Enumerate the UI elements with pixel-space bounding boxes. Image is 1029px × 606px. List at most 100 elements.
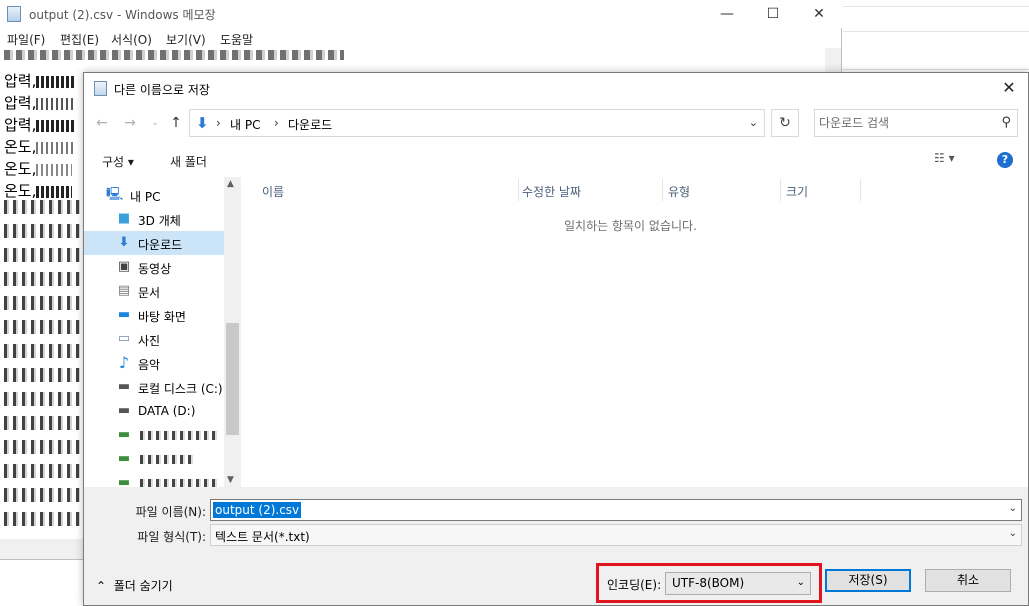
sidebar-item-desktop[interactable]: ▬ 바탕 화면 — [84, 303, 224, 327]
file-type-value: 텍스트 문서(*.txt) — [215, 530, 310, 544]
file-list-pane: 이름 수정한 날짜 유형 크기 일치하는 항목이 없습니다. — [244, 177, 1028, 487]
column-size[interactable]: 크기 — [786, 183, 808, 200]
text-line: 압력, — [4, 92, 77, 113]
breadcrumb-downloads[interactable]: 다운로드 — [288, 116, 332, 133]
help-icon[interactable]: ? — [997, 152, 1013, 168]
notepad-title: output (2).csv - Windows 메모장 — [29, 8, 216, 22]
save-options-panel: 파일 이름(N): output (2).csv ⌄ 파일 형식(T): 텍스트… — [84, 487, 1028, 605]
view-options-button[interactable]: ☷ ▾ — [934, 151, 955, 165]
pixelated-text — [4, 50, 344, 60]
refresh-button[interactable]: ↻ — [771, 109, 799, 137]
text-line: 온도, — [4, 180, 73, 201]
chevron-down-icon[interactable]: ⌄ — [1009, 528, 1017, 539]
view-icon: ☷ — [934, 151, 945, 165]
notepad-close-button[interactable]: ✕ — [796, 0, 842, 28]
pixelated-text — [140, 479, 220, 487]
forward-arrow-icon[interactable]: → — [120, 113, 140, 133]
file-name-label: 파일 이름(N): — [135, 505, 206, 519]
encoding-label: 인코딩(E): — [607, 578, 662, 592]
notepad-titlebar: output (2).csv - Windows 메모장 — ☐ ✕ — [0, 0, 842, 28]
document-icon: ▤ — [117, 283, 131, 298]
music-icon: ♪ — [118, 353, 130, 372]
background-window — [843, 0, 1029, 70]
breadcrumb-separator: › — [274, 116, 279, 130]
encoding-value: UTF-8(BOM) — [672, 576, 745, 590]
menu-edit[interactable]: 편집(E) — [60, 31, 99, 48]
chevron-up-icon: ⌃ — [96, 579, 107, 593]
sidebar-item-this-pc[interactable]: 🖳 내 PC — [84, 183, 224, 207]
up-arrow-icon[interactable]: ↑ — [166, 113, 186, 133]
encoding-highlight: 인코딩(E): UTF-8(BOM) ⌄ — [596, 563, 822, 603]
sidebar-item-local-disk-c[interactable]: ▬ 로컬 디스크 (C:) — [84, 375, 224, 399]
notepad-icon — [7, 6, 21, 22]
computer-icon: 🖳 — [106, 187, 124, 202]
column-name[interactable]: 이름 — [262, 183, 284, 200]
text-line: 온도, — [4, 158, 73, 179]
scroll-up-icon[interactable]: ▲ — [227, 179, 234, 189]
menu-format[interactable]: 서식(O) — [111, 31, 152, 48]
new-folder-button[interactable]: 새 폴더 — [170, 153, 207, 170]
empty-folder-message: 일치하는 항목이 없습니다. — [564, 219, 697, 233]
dialog-close-button[interactable]: ✕ — [998, 77, 1020, 99]
sidebar-item-network-drive[interactable]: ▬ — [84, 447, 224, 471]
navigation-scrollbar[interactable]: ▲ ▼ — [224, 177, 241, 487]
file-name-value[interactable]: output (2).csv — [213, 502, 302, 518]
maximize-button[interactable]: ☐ — [750, 0, 796, 28]
sidebar-item-music[interactable]: ♪ 음악 — [84, 351, 224, 375]
scroll-down-icon[interactable]: ▼ — [227, 475, 234, 485]
chevron-down-icon[interactable]: ⌄ — [797, 577, 805, 588]
sidebar-item-downloads[interactable]: ⬇ 다운로드 — [84, 231, 224, 255]
cancel-button[interactable]: 취소 — [925, 569, 1011, 592]
navigation-row: ← → ⌄ ↑ ⬇ › 내 PC › 다운로드 ⌄ ↻ ⚲ — [84, 109, 1028, 137]
minimize-button[interactable]: — — [704, 0, 750, 28]
drive-icon: ▬ — [117, 403, 131, 418]
search-icon[interactable]: ⚲ — [1001, 115, 1011, 130]
dialog-titlebar: 다른 이름으로 저장 ✕ — [84, 73, 1028, 103]
recent-chevron-icon[interactable]: ⌄ — [145, 113, 165, 133]
notepad-menubar: 파일(F) 편집(E) 서식(O) 보기(V) 도움말 — [0, 28, 842, 48]
video-icon: ▣ — [117, 259, 131, 274]
picture-icon: ▭ — [117, 331, 131, 346]
menu-help[interactable]: 도움말 — [220, 31, 253, 48]
sidebar-item-pictures[interactable]: ▭ 사진 — [84, 327, 224, 351]
sidebar-item-network-drive[interactable]: ▬ — [84, 423, 224, 447]
pixelated-text — [140, 431, 220, 440]
search-box[interactable]: ⚲ — [814, 109, 1018, 137]
column-date-modified[interactable]: 수정한 날짜 — [522, 183, 581, 200]
file-name-input[interactable]: output (2).csv ⌄ — [210, 499, 1022, 521]
sidebar-item-3d-objects[interactable]: ■ 3D 개체 — [84, 207, 224, 231]
download-icon: ⬇ — [118, 235, 130, 250]
sidebar-item-network-drive[interactable]: ▬ — [84, 471, 224, 487]
column-type[interactable]: 유형 — [668, 183, 690, 200]
organize-button[interactable]: 구성 ▾ — [102, 153, 134, 170]
file-type-select[interactable]: 텍스트 문서(*.txt) ⌄ — [210, 524, 1022, 546]
breadcrumb-this-pc[interactable]: 내 PC — [230, 116, 260, 133]
scrollbar-thumb[interactable] — [226, 323, 239, 435]
sidebar-item-documents[interactable]: ▤ 문서 — [84, 279, 224, 303]
menu-view[interactable]: 보기(V) — [166, 31, 206, 48]
menu-file[interactable]: 파일(F) — [7, 31, 45, 48]
address-bar[interactable]: ⬇ › 내 PC › 다운로드 ⌄ — [189, 109, 765, 137]
chevron-down-icon[interactable]: ⌄ — [749, 116, 758, 129]
sidebar-item-videos[interactable]: ▣ 동영상 — [84, 255, 224, 279]
file-type-label: 파일 형식(T): — [137, 530, 206, 544]
notepad-icon — [94, 81, 107, 96]
network-drive-icon: ▬ — [117, 427, 131, 442]
text-line: 온도, — [4, 136, 77, 157]
breadcrumb-separator: › — [216, 116, 221, 130]
navigation-pane: 🖳 내 PC ■ 3D 개체 ⬇ 다운로드 ▣ 동영상 ▤ 문서 ▬ 바탕 화면… — [84, 177, 241, 487]
save-button[interactable]: 저장(S) — [825, 569, 911, 592]
pixelated-text — [4, 200, 80, 536]
network-drive-icon: ▬ — [117, 475, 131, 487]
search-input[interactable] — [819, 113, 989, 133]
hide-folders-button[interactable]: ⌃ 폴더 숨기기 — [96, 577, 173, 594]
network-drive-icon: ▬ — [117, 451, 131, 466]
pixelated-text — [140, 455, 196, 464]
desktop-icon: ▬ — [117, 307, 131, 322]
encoding-select[interactable]: UTF-8(BOM) ⌄ — [665, 572, 811, 595]
chevron-down-icon[interactable]: ⌄ — [1009, 503, 1017, 514]
sidebar-item-data-d[interactable]: ▬ DATA (D:) — [84, 399, 224, 423]
download-icon: ⬇ — [196, 114, 209, 132]
back-arrow-icon[interactable]: ← — [92, 113, 112, 133]
save-as-dialog: 다른 이름으로 저장 ✕ ← → ⌄ ↑ ⬇ › 내 PC › 다운로드 ⌄ ↻… — [83, 72, 1029, 606]
